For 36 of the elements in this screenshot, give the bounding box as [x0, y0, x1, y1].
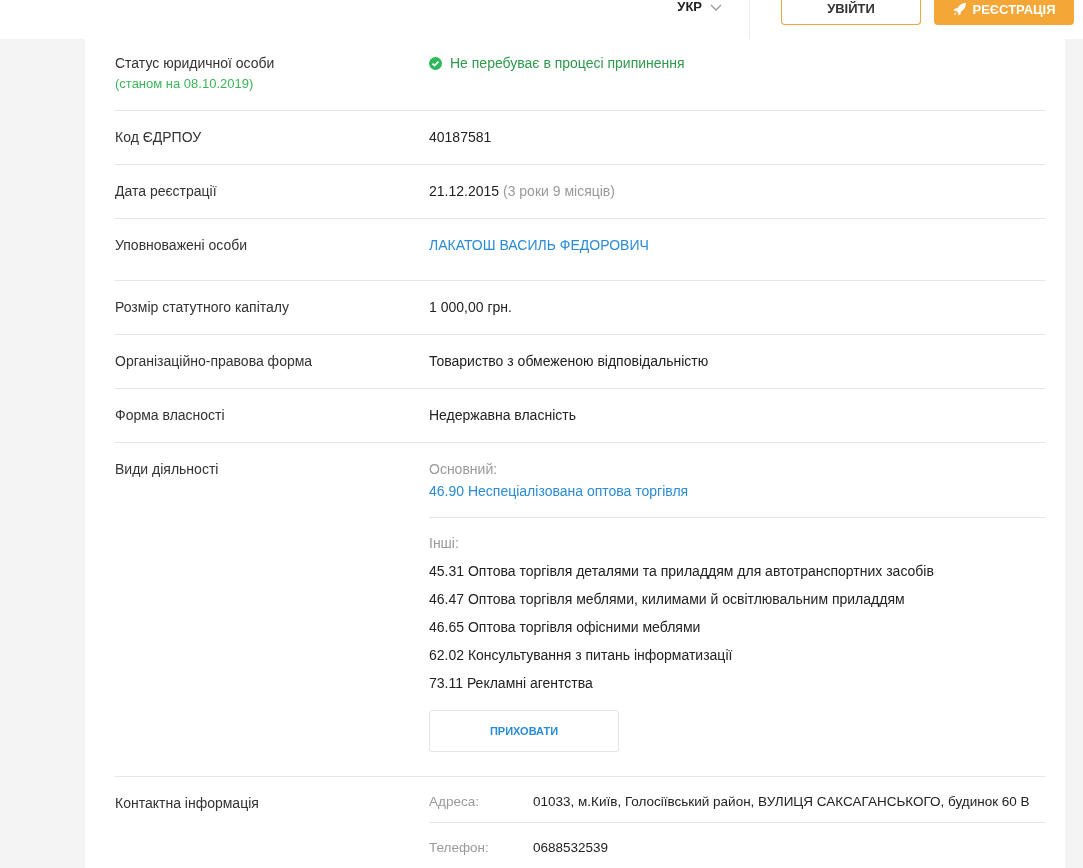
- activity-item: 73.11 Рекламні агентства: [429, 675, 594, 691]
- language-selector[interactable]: УКР: [677, 0, 722, 14]
- contact-value: 0688532539: [533, 840, 609, 856]
- activity-item: 46.47 Оптова торгівля меблями, килимами й освітлювальним приладдям: [429, 591, 906, 607]
- status-date: (станом на 08.10.2019): [115, 76, 255, 92]
- activity-link[interactable]: 46.90 Неспеціалізована оптова торгівля: [429, 483, 689, 499]
- field-label: Розмір статутного капіталу: [115, 299, 290, 315]
- field-label: Форма власності: [115, 407, 226, 423]
- check-circle-icon: [429, 56, 442, 70]
- field-value: Товариство з обмеженою відповідальністю: [429, 353, 710, 369]
- field-value: 1 000,00 грн.: [429, 299, 513, 315]
- field-label: Види діяльності: [115, 461, 220, 477]
- person-link[interactable]: ЛАКАТОШ ВАСИЛЬ ФЕДОРОВИЧ: [429, 237, 649, 253]
- rocket-icon: [952, 2, 967, 16]
- contact-value: 01033, м.Київ, Голосіївський район, ВУЛИЦЯ САКСАГАНСЬКОГО, будинок 60 В: [533, 794, 1030, 810]
- field-value: 21.12.2015 (3 роки 9 місяців): [429, 183, 616, 199]
- activity-item: 62.02 Консультування з питань інформатизації: [429, 647, 734, 663]
- status-value: Не перебуває в процесі припинення: [450, 55, 685, 71]
- field-label: Уповноважені особи: [115, 237, 249, 253]
- field-label: Контактна інформація: [115, 795, 260, 811]
- activity-item: 46.65 Оптова торгівля офісними меблями: [429, 619, 702, 635]
- section-label: Основний:: [429, 461, 499, 477]
- section-label: Інші:: [429, 535, 460, 551]
- register-button[interactable]: РЕЄСТРАЦІЯ: [934, 0, 1074, 25]
- hide-button[interactable]: ПРИХОВАТИ: [429, 710, 619, 752]
- field-value: 40187581: [429, 129, 493, 145]
- field-value: Недержавна власність: [429, 407, 577, 423]
- activity-item: 45.31 Оптова торгівля деталями та приладдям для автотранспортних засобів: [429, 563, 935, 579]
- login-button[interactable]: УВІЙТИ: [781, 0, 921, 25]
- field-label: Код ЄДРПОУ: [115, 129, 203, 145]
- chevron-down-icon: [710, 3, 722, 11]
- contact-label: Телефон:: [429, 840, 490, 856]
- field-label: Організаційно-правова форма: [115, 353, 314, 369]
- contact-label: Адреса:: [429, 794, 480, 810]
- field-label: Статус юридичної особи: [115, 55, 276, 71]
- field-label: Дата реєстрації: [115, 183, 218, 199]
